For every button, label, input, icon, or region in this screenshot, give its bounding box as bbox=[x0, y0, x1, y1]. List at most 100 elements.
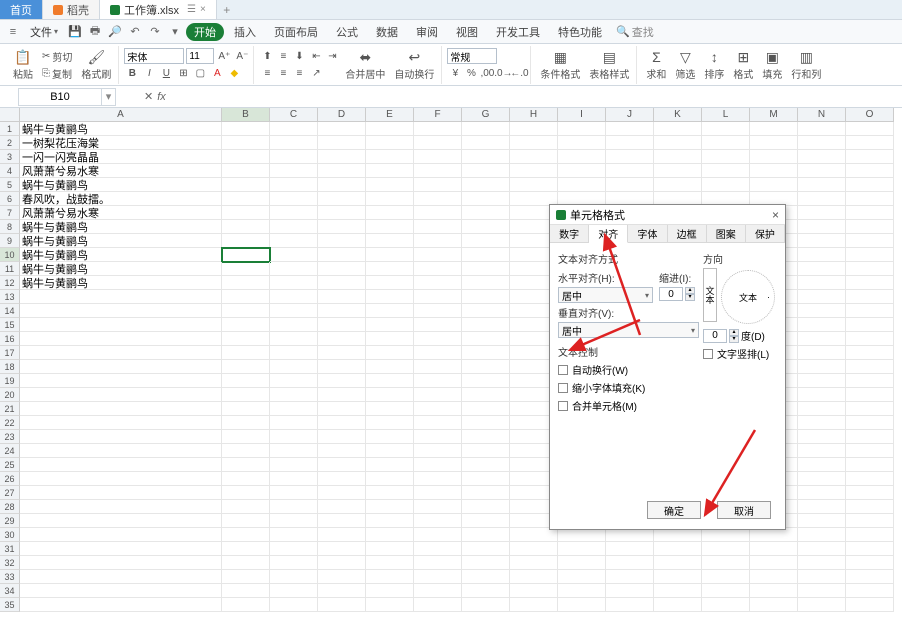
cell-N26[interactable] bbox=[798, 472, 846, 486]
cell-I35[interactable] bbox=[558, 598, 606, 612]
row-col-button[interactable]: ▥行和列 bbox=[787, 46, 825, 83]
cell-O30[interactable] bbox=[846, 528, 894, 542]
cell-N20[interactable] bbox=[798, 388, 846, 402]
row-header-1[interactable]: 1 bbox=[0, 122, 20, 136]
cell-O2[interactable] bbox=[846, 136, 894, 150]
cell-D4[interactable] bbox=[318, 164, 366, 178]
degree-input[interactable] bbox=[703, 329, 727, 343]
cell-G8[interactable] bbox=[462, 220, 510, 234]
cell-H3[interactable] bbox=[510, 150, 558, 164]
cell-E21[interactable] bbox=[366, 402, 414, 416]
select-all-corner[interactable] bbox=[0, 108, 20, 122]
cell-E14[interactable] bbox=[366, 304, 414, 318]
cell-K2[interactable] bbox=[654, 136, 702, 150]
cell-K31[interactable] bbox=[654, 542, 702, 556]
cell-D21[interactable] bbox=[318, 402, 366, 416]
cell-A20[interactable] bbox=[20, 388, 222, 402]
cell-G2[interactable] bbox=[462, 136, 510, 150]
cell-F16[interactable] bbox=[414, 332, 462, 346]
row-header-20[interactable]: 20 bbox=[0, 388, 20, 402]
cell-N21[interactable] bbox=[798, 402, 846, 416]
more-icon[interactable]: ▾ bbox=[166, 23, 184, 41]
cell-O5[interactable] bbox=[846, 178, 894, 192]
cell-E33[interactable] bbox=[366, 570, 414, 584]
cell-L35[interactable] bbox=[702, 598, 750, 612]
cell-O18[interactable] bbox=[846, 360, 894, 374]
dlg-tab-protect[interactable]: 保护 bbox=[746, 225, 785, 243]
row-header-19[interactable]: 19 bbox=[0, 374, 20, 388]
cell-N33[interactable] bbox=[798, 570, 846, 584]
cell-E12[interactable] bbox=[366, 276, 414, 290]
cell-O14[interactable] bbox=[846, 304, 894, 318]
cell-G28[interactable] bbox=[462, 500, 510, 514]
cell-D19[interactable] bbox=[318, 374, 366, 388]
indent-input[interactable] bbox=[659, 287, 683, 301]
cell-D12[interactable] bbox=[318, 276, 366, 290]
cell-G31[interactable] bbox=[462, 542, 510, 556]
row-header-25[interactable]: 25 bbox=[0, 458, 20, 472]
cell-K33[interactable] bbox=[654, 570, 702, 584]
cell-C9[interactable] bbox=[270, 234, 318, 248]
cell-E31[interactable] bbox=[366, 542, 414, 556]
cell-O10[interactable] bbox=[846, 248, 894, 262]
cell-F27[interactable] bbox=[414, 486, 462, 500]
cell-K30[interactable] bbox=[654, 528, 702, 542]
dlg-tab-pattern[interactable]: 图案 bbox=[707, 225, 746, 243]
cell-A16[interactable] bbox=[20, 332, 222, 346]
cell-L3[interactable] bbox=[702, 150, 750, 164]
cell-E24[interactable] bbox=[366, 444, 414, 458]
copy-button[interactable]: ⎘复制 bbox=[38, 65, 76, 81]
cell-G24[interactable] bbox=[462, 444, 510, 458]
cell-G10[interactable] bbox=[462, 248, 510, 262]
cell-N23[interactable] bbox=[798, 430, 846, 444]
align-right-icon[interactable]: ≡ bbox=[291, 65, 307, 81]
cell-O8[interactable] bbox=[846, 220, 894, 234]
cell-O27[interactable] bbox=[846, 486, 894, 500]
sum-button[interactable]: Σ求和 bbox=[642, 46, 670, 83]
cancel-formula-icon[interactable]: ✕ bbox=[144, 90, 153, 103]
cell-N10[interactable] bbox=[798, 248, 846, 262]
cell-O23[interactable] bbox=[846, 430, 894, 444]
cell-O6[interactable] bbox=[846, 192, 894, 206]
cell-F21[interactable] bbox=[414, 402, 462, 416]
cell-A10[interactable]: 蜗牛与黄鹂鸟 bbox=[20, 248, 222, 262]
row-header-16[interactable]: 16 bbox=[0, 332, 20, 346]
cell-N12[interactable] bbox=[798, 276, 846, 290]
cell-N4[interactable] bbox=[798, 164, 846, 178]
wrap-button[interactable]: ↩自动换行 bbox=[390, 46, 438, 83]
cell-E9[interactable] bbox=[366, 234, 414, 248]
format-button[interactable]: ⊞格式 bbox=[729, 46, 757, 83]
increase-font-icon[interactable]: A⁺ bbox=[216, 48, 232, 64]
cell-G3[interactable] bbox=[462, 150, 510, 164]
cell-A17[interactable] bbox=[20, 346, 222, 360]
cell-O3[interactable] bbox=[846, 150, 894, 164]
cell-E18[interactable] bbox=[366, 360, 414, 374]
cell-F17[interactable] bbox=[414, 346, 462, 360]
border-icon[interactable]: ⊞ bbox=[175, 65, 191, 81]
cell-D28[interactable] bbox=[318, 500, 366, 514]
menu-data[interactable]: 数据 bbox=[368, 23, 406, 41]
cell-O13[interactable] bbox=[846, 290, 894, 304]
cell-F26[interactable] bbox=[414, 472, 462, 486]
cell-I31[interactable] bbox=[558, 542, 606, 556]
col-E[interactable]: E bbox=[366, 108, 414, 122]
thousands-icon[interactable]: ,00 bbox=[479, 65, 495, 81]
cell-D8[interactable] bbox=[318, 220, 366, 234]
cell-E3[interactable] bbox=[366, 150, 414, 164]
cell-A23[interactable] bbox=[20, 430, 222, 444]
col-N[interactable]: N bbox=[798, 108, 846, 122]
cell-D2[interactable] bbox=[318, 136, 366, 150]
row-header-28[interactable]: 28 bbox=[0, 500, 20, 514]
percent-icon[interactable]: % bbox=[463, 65, 479, 81]
col-C[interactable]: C bbox=[270, 108, 318, 122]
cell-E15[interactable] bbox=[366, 318, 414, 332]
cell-O19[interactable] bbox=[846, 374, 894, 388]
cell-G29[interactable] bbox=[462, 514, 510, 528]
cell-I5[interactable] bbox=[558, 178, 606, 192]
indent-down[interactable]: ▾ bbox=[685, 294, 695, 301]
cell-C30[interactable] bbox=[270, 528, 318, 542]
inc-decimal-icon[interactable]: .0→ bbox=[495, 65, 511, 81]
cell-H2[interactable] bbox=[510, 136, 558, 150]
cell-D14[interactable] bbox=[318, 304, 366, 318]
cell-F19[interactable] bbox=[414, 374, 462, 388]
